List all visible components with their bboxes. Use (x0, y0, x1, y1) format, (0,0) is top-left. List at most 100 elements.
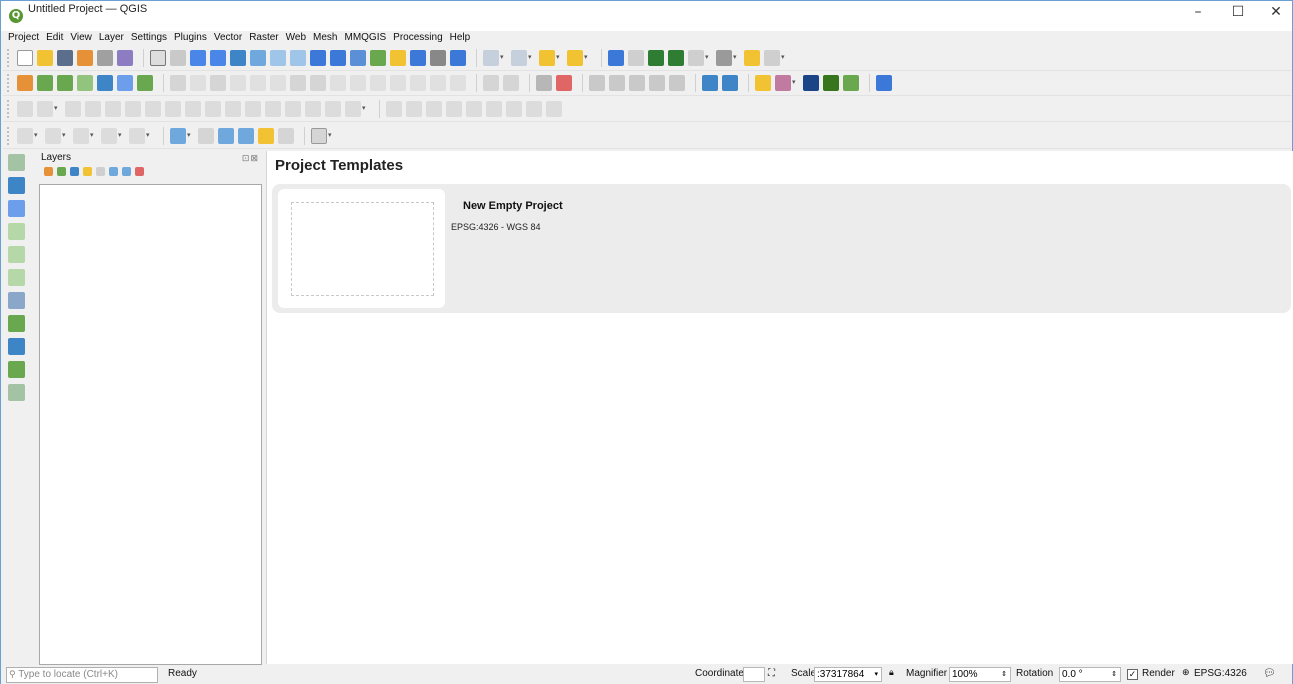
redo-icon[interactable] (410, 75, 426, 91)
svg-annotation-icon[interactable] (258, 128, 274, 144)
layout-manager-icon[interactable] (97, 50, 113, 66)
add-wcs-layer-icon[interactable] (8, 315, 25, 332)
add-wms-layer-icon[interactable] (8, 292, 25, 309)
zoom-out-icon[interactable] (210, 50, 226, 66)
add-virtual-layer-icon[interactable] (137, 75, 153, 91)
new-print-layout-icon[interactable] (77, 50, 93, 66)
mark-annotation-icon[interactable] (278, 128, 294, 144)
openlayers-plugin-icon[interactable] (702, 75, 718, 91)
vertex-tool-icon[interactable] (270, 75, 286, 91)
locator-icon[interactable] (764, 50, 780, 66)
add-part-icon[interactable] (105, 101, 121, 117)
offset-point-symbol-icon[interactable] (325, 101, 341, 117)
add-delimited-text-icon[interactable] (57, 75, 73, 91)
merge-features-icon[interactable] (265, 101, 281, 117)
digitize-shape-icon[interactable] (430, 75, 446, 91)
chevron-down-icon[interactable] (500, 50, 507, 66)
chevron-down-icon[interactable] (556, 50, 563, 66)
messages-icon[interactable]: 💬︎ (1263, 668, 1276, 679)
refresh-icon[interactable] (450, 50, 466, 66)
open-attribute-table-icon[interactable] (628, 50, 644, 66)
add-mesh-layer-icon[interactable] (8, 200, 25, 217)
offset-curve-icon[interactable] (205, 101, 221, 117)
shape-digitize-icon[interactable] (386, 101, 402, 117)
layer-diagram-icon[interactable] (556, 75, 572, 91)
menu-settings[interactable]: Settings (131, 32, 167, 43)
add-raster-icon[interactable] (117, 75, 133, 91)
menu-layer[interactable]: Layer (99, 32, 124, 43)
statistical-summary-icon[interactable] (668, 50, 684, 66)
chevron-down-icon[interactable] (146, 128, 153, 144)
add-mesh-icon[interactable] (97, 75, 113, 91)
add-wfs-layer-icon[interactable] (8, 338, 25, 355)
chevron-down-icon[interactable] (62, 128, 69, 144)
quickmapservices-icon[interactable] (722, 75, 738, 91)
show-bookmarks-icon[interactable] (410, 50, 426, 66)
lock-scale-icon[interactable]: 🔒︎ (889, 668, 894, 678)
delete-selected-icon[interactable] (310, 75, 326, 91)
layer-tree[interactable] (39, 184, 262, 665)
add-feature-icon[interactable] (250, 75, 266, 91)
zoom-last-icon[interactable] (310, 50, 326, 66)
digitize-line-icon[interactable] (230, 75, 246, 91)
plugin-globe-icon[interactable] (823, 75, 839, 91)
text-annotation-icon[interactable] (170, 128, 186, 144)
menu-edit[interactable]: Edit (46, 32, 63, 43)
identify-tool-icon[interactable] (73, 128, 89, 144)
new-bookmark-icon[interactable] (390, 50, 406, 66)
select-annotation-icon[interactable] (198, 128, 214, 144)
zoom-native-icon[interactable] (290, 50, 306, 66)
change-label-icon[interactable] (649, 75, 665, 91)
scale-combobox[interactable]: :37317864 ▾ (814, 667, 882, 682)
geometry-tool-icon[interactable] (129, 128, 145, 144)
snapping-icon[interactable] (526, 101, 542, 117)
new-map-view-icon[interactable] (350, 50, 366, 66)
highlight-labels-icon[interactable] (589, 75, 605, 91)
toolbar-grip[interactable] (7, 100, 13, 118)
undo-icon[interactable] (390, 75, 406, 91)
zoom-to-layer-icon[interactable] (270, 50, 286, 66)
text-box-icon[interactable] (311, 128, 327, 144)
collapse-all-icon[interactable] (122, 167, 131, 176)
minimize-button[interactable]: – (1179, 1, 1217, 25)
rectangle-digitize-icon[interactable] (426, 101, 442, 117)
close-button[interactable]: ✕ (1257, 1, 1293, 25)
render-checkbox[interactable]: ✓ (1127, 669, 1138, 680)
advanced-digitizing-icon[interactable] (450, 75, 466, 91)
save-project-icon[interactable] (57, 50, 73, 66)
rotate-symbols-icon[interactable] (305, 101, 321, 117)
chevron-down-icon[interactable] (34, 128, 41, 144)
add-arcgis-layer-icon[interactable] (8, 361, 25, 378)
fill-ring-icon[interactable] (125, 101, 141, 117)
menu-project[interactable]: Project (8, 32, 39, 43)
menu-mmqgis[interactable]: MMQGIS (344, 32, 386, 43)
add-delimited-text-icon[interactable] (8, 223, 25, 240)
menu-plugins[interactable]: Plugins (174, 32, 207, 43)
circle-digitize-icon[interactable] (406, 101, 422, 117)
toolbar-grip[interactable] (7, 74, 13, 92)
zoom-next-icon[interactable] (330, 50, 346, 66)
filter-by-expression-icon[interactable] (96, 167, 105, 176)
ellipse-digitize-icon[interactable] (466, 101, 482, 117)
move-feature-icon[interactable] (17, 101, 33, 117)
chevron-down-icon[interactable] (705, 50, 712, 66)
label-tool-icon[interactable] (483, 75, 499, 91)
split-features-icon[interactable] (225, 101, 241, 117)
split-parts-icon[interactable] (245, 101, 261, 117)
save-layer-edits-icon[interactable] (210, 75, 226, 91)
georeferencer-icon[interactable] (803, 75, 819, 91)
menu-web[interactable]: Web (286, 32, 306, 43)
toolbar-grip[interactable] (7, 49, 13, 67)
toggle-extents-icon[interactable]: ⛶ (768, 668, 775, 679)
magnifier-spinbox[interactable]: 100% ⇕ (949, 667, 1011, 682)
maximize-button[interactable]: ☐ (1219, 1, 1257, 25)
menu-vector[interactable]: Vector (214, 32, 242, 43)
menu-help[interactable]: Help (450, 32, 471, 43)
remove-layer-icon[interactable] (135, 167, 144, 176)
chevron-down-icon[interactable] (733, 50, 740, 66)
pin-labels-icon[interactable] (503, 75, 519, 91)
add-spatialite-icon[interactable] (77, 75, 93, 91)
chevron-down-icon[interactable] (118, 128, 125, 144)
map-tips-icon[interactable] (744, 50, 760, 66)
toggle-editing-icon[interactable] (190, 75, 206, 91)
